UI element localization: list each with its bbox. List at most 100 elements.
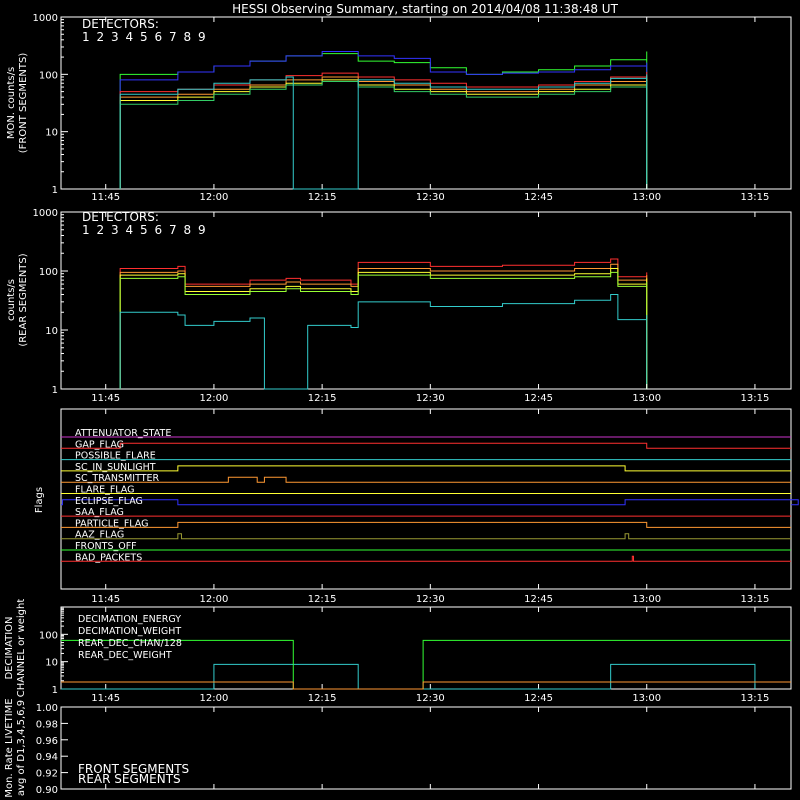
- legend-detector-2: 2: [97, 223, 105, 237]
- y-tick-label: 0.94: [36, 752, 58, 763]
- flag-label: FRONTS_OFF: [75, 541, 137, 552]
- series-line-3: [119, 263, 648, 389]
- series-line-9: [119, 51, 648, 189]
- x-tick-label: 12:15: [308, 192, 337, 203]
- y-axis-label: Mon. Rate LIVETIME: [4, 698, 15, 797]
- y-tick-label: 1000: [33, 13, 58, 24]
- x-tick-label: 11:45: [91, 393, 120, 404]
- y-tick-label: 1000: [33, 208, 58, 219]
- legend-detector-8: 8: [184, 223, 192, 237]
- y-tick-label: 100: [39, 630, 58, 641]
- legend-detector-5: 5: [140, 30, 148, 44]
- legend-detector-3: 3: [111, 223, 119, 237]
- x-tick-label: 12:00: [200, 594, 229, 605]
- x-tick-label: 13:00: [632, 393, 661, 404]
- flag-label: SC_IN_SUNLIGHT: [75, 462, 156, 473]
- series-line-8: [119, 293, 648, 390]
- y-tick-label: 1: [52, 385, 58, 396]
- legend-detector-4: 4: [126, 223, 134, 237]
- legend-detector-9: 9: [198, 223, 206, 237]
- series-line-3: [119, 75, 648, 189]
- y-tick-label: 10: [45, 326, 58, 337]
- y-axis-label: MON. counts/s: [6, 67, 17, 139]
- flag-line-aaz-flag: [61, 533, 791, 540]
- flag-line-eclipse-flag: [61, 499, 799, 506]
- x-tick-label: 13:15: [741, 693, 770, 704]
- y-tick-label: 1.00: [36, 703, 58, 714]
- decimation-legend-entry: REAR_DEC_CHAN/128: [78, 638, 182, 649]
- legend-detector-3: 3: [111, 30, 119, 44]
- y-tick-label: 1: [52, 685, 58, 696]
- x-tick-label: 12:15: [308, 693, 337, 704]
- y-axis-label: (FRONT SEGMENTS): [18, 53, 29, 154]
- x-tick-label: 12:15: [308, 594, 337, 605]
- x-tick-label: 12:00: [200, 393, 229, 404]
- legend-detector-2: 2: [97, 30, 105, 44]
- x-tick-label: 13:15: [741, 192, 770, 203]
- decimation-legend-entry: DECIMATION_WEIGHT: [78, 626, 181, 637]
- flag-line-particle-flag: [61, 521, 791, 528]
- x-tick-label: 12:30: [416, 192, 445, 203]
- flag-label: SAA_FLAG: [75, 507, 124, 518]
- flag-label: BAD_PACKETS: [75, 552, 142, 563]
- x-tick-label: 13:15: [741, 393, 770, 404]
- flag-line-bad-packets: [61, 555, 791, 562]
- flag-label: AAZ_FLAG: [75, 530, 124, 541]
- x-tick-label: 12:45: [524, 192, 553, 203]
- flag-label: SC_TRANSMITTER: [75, 473, 160, 484]
- decimation-weight-line: [61, 681, 791, 690]
- legend-detector-7: 7: [169, 223, 177, 237]
- x-tick-label: 12:45: [524, 594, 553, 605]
- x-tick-label: 12:45: [524, 693, 553, 704]
- y-axis-label: counts/s: [6, 279, 17, 321]
- x-tick-label: 13:00: [632, 693, 661, 704]
- legend-detector-6: 6: [155, 223, 163, 237]
- livetime-legend-entry: REAR SEGMENTS: [78, 772, 181, 786]
- flag-label: ECLIPSE_FLAG: [75, 496, 143, 507]
- figure-canvas: HESSI Observing Summary, starting on 201…: [4, 2, 799, 798]
- y-tick-label: 1: [52, 185, 58, 196]
- legend-detector-5: 5: [140, 223, 148, 237]
- y-axis-label: Flags: [34, 487, 45, 513]
- figure-title: HESSI Observing Summary, starting on 201…: [232, 2, 618, 16]
- flag-line-gap-flag: [61, 442, 791, 449]
- x-tick-label: 12:00: [200, 192, 229, 203]
- y-tick-label: 0.98: [36, 719, 58, 730]
- y-tick-label: 100: [39, 267, 58, 278]
- flag-label: FLARE_FLAG: [75, 485, 135, 496]
- legend-detector-8: 8: [184, 30, 192, 44]
- x-tick-label: 12:30: [416, 693, 445, 704]
- legend-detector-6: 6: [155, 30, 163, 44]
- x-tick-label: 13:00: [632, 192, 661, 203]
- legend-detector-9: 9: [198, 30, 206, 44]
- x-tick-label: 12:15: [308, 393, 337, 404]
- flag-line-sc-in-sunlight: [61, 465, 791, 472]
- legend-title: DETECTORS:: [82, 17, 159, 31]
- x-tick-label: 12:45: [524, 393, 553, 404]
- x-tick-label: 13:00: [632, 594, 661, 605]
- y-axis-label: avg of D1,3,4,5,6,9: [16, 700, 27, 796]
- observing-summary-figure: HESSI Observing Summary, starting on 201…: [0, 0, 800, 800]
- x-tick-label: 11:45: [91, 693, 120, 704]
- y-tick-label: 10: [45, 128, 58, 139]
- legend-title: DETECTORS:: [82, 210, 159, 224]
- y-axis-label: (REAR SEGMENTS): [18, 253, 29, 346]
- series-line-4: [119, 78, 648, 189]
- y-tick-label: 0.96: [36, 736, 58, 747]
- series-line-5: [119, 271, 648, 389]
- legend-detector-4: 4: [126, 30, 134, 44]
- decimation-legend-entry: REAR_DEC_WEIGHT: [78, 650, 172, 661]
- legend-detector-1: 1: [82, 30, 90, 44]
- legend-detector-7: 7: [169, 30, 177, 44]
- x-tick-label: 12:30: [416, 594, 445, 605]
- y-tick-label: 0.92: [36, 769, 58, 780]
- flag-line-sc-transmitter: [61, 476, 791, 483]
- x-tick-label: 12:00: [200, 693, 229, 704]
- x-tick-label: 12:30: [416, 393, 445, 404]
- x-tick-label: 13:15: [741, 594, 770, 605]
- flag-label: POSSIBLE_FLARE: [75, 451, 156, 462]
- y-axis-label: CHANNEL or weight: [16, 599, 27, 698]
- flag-label: GAP_FLAG: [75, 439, 124, 450]
- flag-label: PARTICLE_FLAG: [75, 518, 148, 529]
- decimation-legend-entry: DECIMATION_ENERGY: [78, 614, 181, 625]
